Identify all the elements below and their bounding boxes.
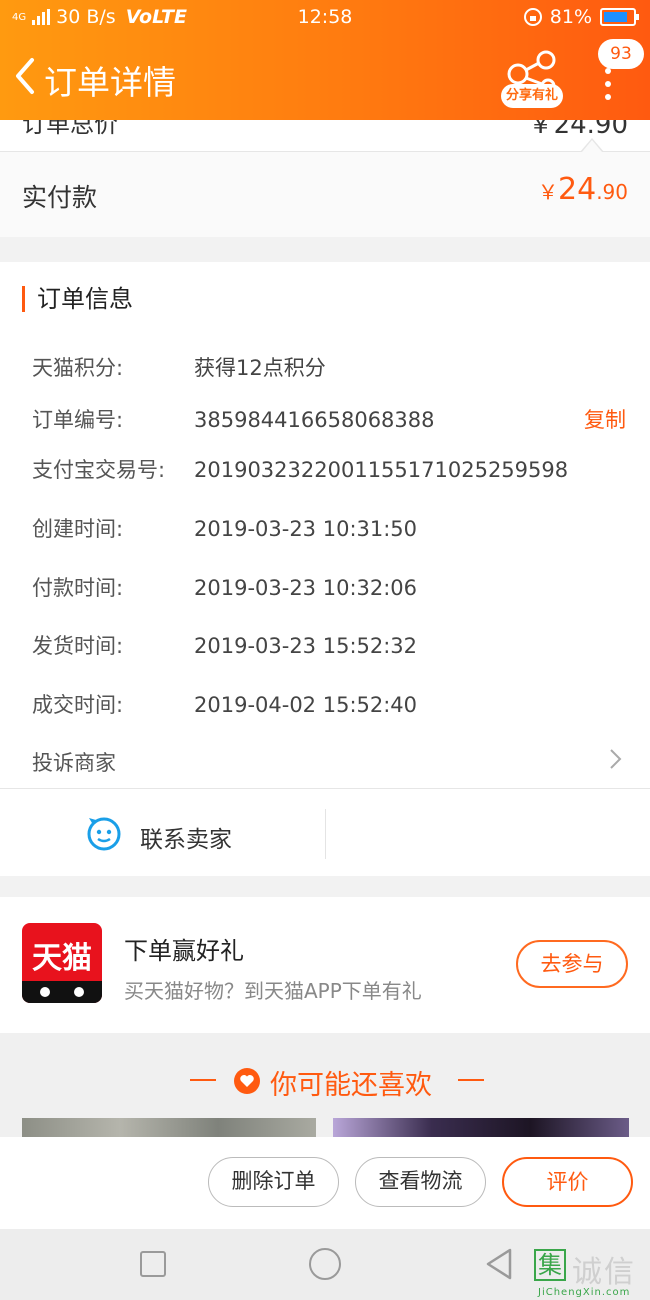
watermark-logo: 集 诚信 JiChengXin.com bbox=[532, 1245, 650, 1300]
info-row-paid-time: 付款时间: 2019-03-23 10:32:06 bbox=[32, 572, 417, 602]
chat-face-icon bbox=[87, 817, 121, 851]
message-count-badge: 93 bbox=[598, 39, 644, 69]
tmall-eye bbox=[74, 987, 84, 997]
paid-row: 实付款 ￥24.90 bbox=[0, 152, 650, 237]
info-value: 385984416658068388 bbox=[194, 408, 435, 432]
battery-percent: 81% bbox=[549, 6, 592, 28]
review-button[interactable]: 评价 bbox=[502, 1157, 633, 1207]
join-button[interactable]: 去参与 bbox=[516, 940, 628, 988]
more-menu-icon[interactable] bbox=[598, 68, 618, 112]
info-key: 天猫积分: bbox=[32, 356, 124, 380]
watermark-url: JiChengXin.com bbox=[538, 1287, 631, 1298]
order-total-label: 订单总价 bbox=[22, 120, 118, 138]
paid-amount: ￥24.90 bbox=[538, 172, 628, 207]
complain-seller-link[interactable]: 投诉商家 bbox=[32, 747, 116, 777]
info-key: 创建时间: bbox=[32, 517, 124, 541]
watermark-mark: 集 bbox=[534, 1249, 566, 1281]
share-label: 分享有礼 bbox=[501, 84, 563, 108]
rotation-lock-icon bbox=[523, 8, 542, 26]
status-bar: 4G 30 B/s VoLTE 12:58 81% bbox=[0, 0, 650, 34]
recommend-title: 你可能还喜欢 bbox=[270, 1070, 432, 1101]
divider bbox=[325, 809, 326, 859]
order-total-value: ￥24.90 bbox=[527, 120, 628, 140]
tmall-eye bbox=[40, 987, 50, 997]
order-total-row: 订单总价 ￥24.90 bbox=[0, 120, 650, 152]
status-right: 81% bbox=[523, 6, 639, 28]
nav-bar: 订单详情 分享有礼 bbox=[0, 40, 650, 120]
info-value: 2019-03-23 15:52:32 bbox=[194, 634, 418, 658]
paid-label: 实付款 bbox=[22, 183, 98, 212]
paid-currency: ￥ bbox=[538, 180, 558, 204]
info-value: 2019-03-23 10:32:06 bbox=[194, 576, 418, 600]
page-title: 订单详情 bbox=[44, 63, 176, 102]
rec-arrow-left bbox=[190, 1079, 216, 1081]
recent-apps-icon[interactable] bbox=[140, 1251, 166, 1277]
tmall-logo-text: 天猫 bbox=[32, 941, 92, 976]
contact-bar: 联系卖家 bbox=[0, 788, 650, 876]
battery-fill bbox=[604, 12, 627, 22]
info-row-points: 天猫积分: 获得12点积分 bbox=[32, 352, 326, 382]
section-title: 订单信息 bbox=[22, 286, 133, 312]
rec-arrow-right bbox=[458, 1079, 484, 1081]
chevron-right-icon bbox=[610, 749, 622, 769]
info-key: 支付宝交易号: bbox=[32, 458, 166, 482]
info-value: 2019032322001155171025259598 bbox=[194, 458, 569, 482]
back-triangle-icon[interactable] bbox=[484, 1247, 514, 1281]
order-info-section: 订单信息 天猫积分: 获得12点积分 订单编号: 38598441665806838… bbox=[0, 262, 650, 788]
paid-decimal: .90 bbox=[596, 180, 628, 204]
tmall-logo: 天猫 bbox=[22, 923, 102, 1003]
watermark-chars: 诚信 bbox=[572, 1255, 636, 1290]
info-row-completed-time: 成交时间: 2019-04-02 15:52:40 bbox=[32, 689, 417, 719]
contact-seller-label: 联系卖家 bbox=[140, 827, 232, 853]
expand-caret-inner bbox=[582, 140, 602, 152]
system-nav-bar: 集 诚信 JiChengXin.com bbox=[0, 1229, 650, 1300]
info-row-alipay-number: 支付宝交易号: 2019032322001155171025259598 bbox=[32, 454, 568, 484]
action-bar: 删除订单 查看物流 评价 bbox=[0, 1137, 650, 1229]
delete-order-button[interactable]: 删除订单 bbox=[208, 1157, 339, 1207]
promo-card: 天猫 下单赢好礼 买天猫好物？到天猫APP下单有礼 去参与 bbox=[0, 897, 650, 1033]
info-row-created: 创建时间: 2019-03-23 10:31:50 bbox=[32, 513, 417, 543]
paid-integer: 24 bbox=[558, 172, 597, 207]
info-row-order-number: 订单编号: 385984416658068388 bbox=[32, 404, 435, 434]
info-value: 获得12点积分 bbox=[194, 356, 326, 380]
tmall-cat-shape bbox=[22, 981, 102, 1003]
app-header: 4G 30 B/s VoLTE 12:58 81% 订单详情 分享有礼 bbox=[0, 0, 650, 120]
info-key: 成交时间: bbox=[32, 693, 124, 717]
promo-subtitle: 买天猫好物？到天猫APP下单有礼 bbox=[124, 979, 422, 1003]
info-row-shipped-time: 发货时间: 2019-03-23 15:52:32 bbox=[32, 630, 417, 660]
back-icon[interactable] bbox=[10, 54, 40, 98]
heart-icon bbox=[234, 1068, 260, 1094]
info-value: 2019-04-02 15:52:40 bbox=[194, 693, 418, 717]
info-key: 付款时间: bbox=[32, 576, 124, 600]
info-key: 订单编号: bbox=[32, 408, 124, 432]
copy-button[interactable]: 复制 bbox=[584, 404, 626, 434]
info-value: 2019-03-23 10:31:50 bbox=[194, 517, 418, 541]
view-logistics-button[interactable]: 查看物流 bbox=[355, 1157, 486, 1207]
battery-icon bbox=[600, 8, 639, 26]
home-icon[interactable] bbox=[309, 1248, 341, 1280]
info-key: 发货时间: bbox=[32, 634, 124, 658]
promo-title: 下单赢好礼 bbox=[124, 937, 244, 965]
